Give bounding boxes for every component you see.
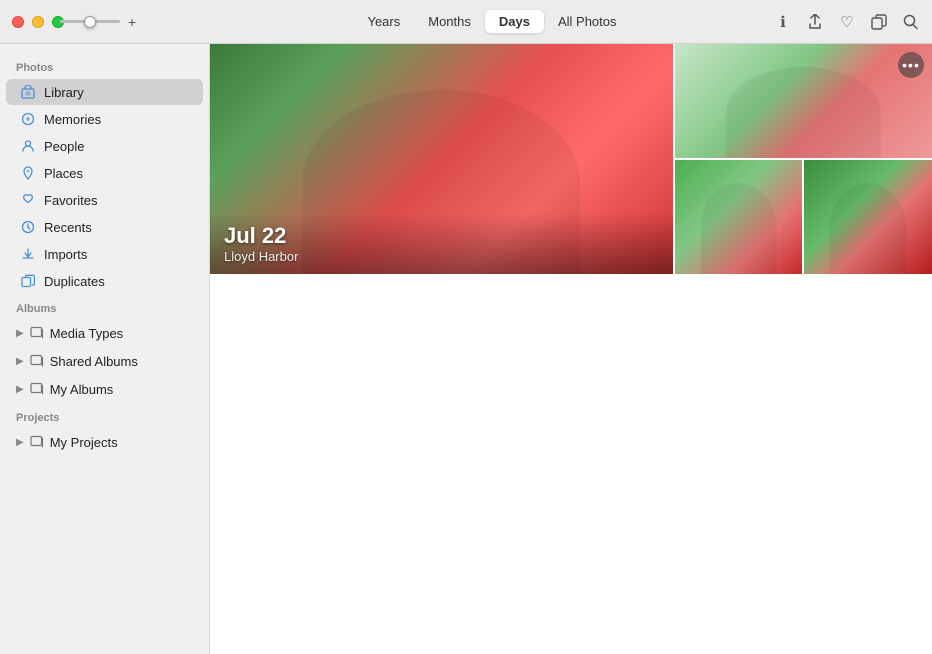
photo-section: Jul 22 Lloyd Harbor ••• (210, 44, 932, 618)
grid-right-row-1: ••• (675, 44, 932, 158)
toolbar-right: ℹ ♡ (774, 13, 920, 31)
window-controls[interactable] (12, 16, 64, 28)
grid-row-3 (210, 438, 932, 618)
sidebar-item-people-label: People (44, 139, 84, 154)
info-icon[interactable]: ℹ (774, 13, 792, 31)
tab-months[interactable]: Months (414, 10, 485, 33)
section-location: Lloyd Harbor (224, 249, 659, 264)
sidebar-item-places[interactable]: Places (6, 160, 203, 186)
sidebar-section-projects: Projects (0, 404, 209, 428)
sidebar-section-photos: Photos (0, 54, 209, 78)
sidebar: Photos Library Memories (0, 44, 210, 654)
sidebar-item-recents[interactable]: Recents (6, 214, 203, 240)
recents-icon (20, 219, 36, 235)
photo-cell-mr2[interactable] (804, 160, 932, 274)
photo-cell-mr1[interactable] (675, 160, 803, 274)
sidebar-item-places-label: Places (44, 166, 83, 181)
library-icon (20, 84, 36, 100)
sidebar-item-my-projects-label: My Projects (50, 435, 118, 450)
imports-icon (20, 246, 36, 262)
photo-cell-main[interactable]: Jul 22 Lloyd Harbor (210, 44, 673, 274)
sidebar-item-shared-albums-label: Shared Albums (50, 354, 138, 369)
sidebar-item-people[interactable]: People (6, 133, 203, 159)
sidebar-item-duplicates-label: Duplicates (44, 274, 105, 289)
zoom-plus-icon[interactable]: + (128, 14, 136, 30)
grid-right-col: ••• (675, 44, 932, 274)
favorites-icon (20, 192, 36, 208)
shared-albums-icon (30, 353, 44, 370)
media-types-icon (30, 325, 44, 342)
sidebar-item-memories[interactable]: Memories (6, 106, 203, 132)
chevron-right-icon-2: ▶ (16, 356, 24, 367)
my-albums-icon (30, 381, 44, 398)
zoom-thumb[interactable] (84, 16, 96, 28)
sidebar-item-media-types[interactable]: ▶ Media Types (6, 320, 203, 347)
photo-area[interactable]: Jul 22 Lloyd Harbor ••• (210, 44, 932, 654)
grid-row-2 (210, 276, 932, 436)
tab-group: Years Months Days All Photos (353, 10, 630, 33)
photo-grid: Jul 22 Lloyd Harbor ••• (210, 44, 932, 618)
sidebar-item-shared-albums[interactable]: ▶ Shared Albums (6, 348, 203, 375)
tab-years[interactable]: Years (353, 10, 414, 33)
sidebar-section-albums: Albums (0, 295, 209, 319)
sidebar-item-favorites-label: Favorites (44, 193, 97, 208)
sidebar-item-media-types-label: Media Types (50, 326, 123, 341)
sidebar-item-imports[interactable]: Imports (6, 241, 203, 267)
my-projects-icon (30, 434, 44, 451)
share-icon[interactable] (806, 13, 824, 31)
close-button[interactable] (12, 16, 24, 28)
sidebar-item-duplicates[interactable]: Duplicates (6, 268, 203, 294)
duplicates-icon (20, 273, 36, 289)
places-icon (20, 165, 36, 181)
grid-row-1: Jul 22 Lloyd Harbor ••• (210, 44, 932, 274)
chevron-right-icon-3: ▶ (16, 384, 24, 395)
sidebar-item-my-albums-label: My Albums (50, 382, 114, 397)
chevron-right-icon: ▶ (16, 328, 24, 339)
sidebar-item-favorites[interactable]: Favorites (6, 187, 203, 213)
sidebar-item-recents-label: Recents (44, 220, 92, 235)
duplicate-icon[interactable] (870, 13, 888, 31)
search-icon[interactable] (902, 13, 920, 31)
main-content: Photos Library Memories (0, 44, 932, 654)
heart-icon[interactable]: ♡ (838, 13, 856, 31)
section-date: Jul 22 (224, 223, 659, 249)
sidebar-item-memories-label: Memories (44, 112, 101, 127)
sidebar-item-library-label: Library (44, 85, 84, 100)
minimize-button[interactable] (32, 16, 44, 28)
sidebar-item-my-projects[interactable]: ▶ My Projects (6, 429, 203, 456)
memories-icon (20, 111, 36, 127)
sidebar-item-my-albums[interactable]: ▶ My Albums (6, 376, 203, 403)
chevron-right-icon-4: ▶ (16, 437, 24, 448)
zoom-slider[interactable] (60, 20, 120, 23)
zoom-control[interactable]: + (60, 14, 136, 30)
sidebar-item-library[interactable]: Library (6, 79, 203, 105)
grid-right-row-2 (675, 160, 932, 274)
tab-all-photos[interactable]: All Photos (544, 10, 631, 33)
people-icon (20, 138, 36, 154)
tab-days[interactable]: Days (485, 10, 544, 33)
photo-cell-tr1[interactable]: ••• (675, 44, 932, 158)
title-bar: + Years Months Days All Photos ℹ ♡ (0, 0, 932, 44)
sidebar-item-imports-label: Imports (44, 247, 87, 262)
more-button[interactable]: ••• (898, 52, 924, 78)
